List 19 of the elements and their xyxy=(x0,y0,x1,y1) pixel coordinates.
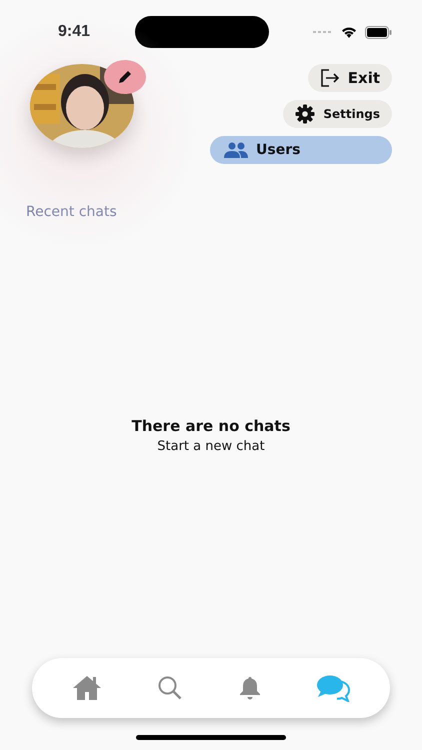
empty-title: There are no chats xyxy=(132,416,290,436)
status-time: 9:41 xyxy=(58,22,90,42)
edit-button[interactable] xyxy=(104,60,146,94)
section-title: Recent chats xyxy=(26,203,118,222)
bell-icon xyxy=(238,676,261,700)
exit-button[interactable]: Exit xyxy=(308,64,392,92)
exit-icon xyxy=(320,69,340,87)
home-icon xyxy=(72,675,102,701)
pencil-icon xyxy=(117,69,133,85)
settings-button[interactable]: Settings xyxy=(283,100,392,128)
signal-icon xyxy=(313,30,333,34)
settings-icon xyxy=(295,104,316,124)
search-icon xyxy=(157,675,184,701)
wifi-icon xyxy=(341,26,357,38)
users-icon xyxy=(224,142,248,158)
chat-icon xyxy=(316,674,350,702)
users-button[interactable]: Users xyxy=(210,136,392,164)
battery-icon xyxy=(365,26,392,38)
empty-subtitle: Start a new chat xyxy=(157,438,265,456)
